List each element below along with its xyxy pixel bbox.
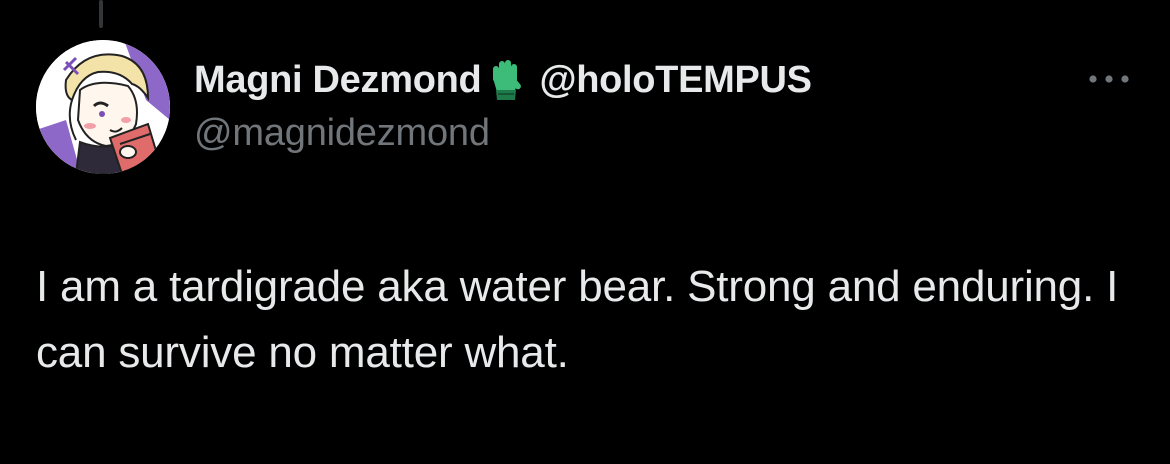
avatar-illustration	[36, 40, 170, 174]
avatar[interactable]	[36, 40, 170, 174]
thread-connector-line	[99, 0, 103, 28]
tweet-text: I am a tardigrade aka water bear. Strong…	[36, 262, 1119, 377]
author-display-name[interactable]: Magni Dezmond	[194, 59, 482, 102]
author-name-row: Magni Dezmond @holoTEMPUS	[194, 58, 812, 102]
affiliate-handle[interactable]: @holoTEMPUS	[539, 59, 812, 102]
more-options-button[interactable]	[1084, 64, 1134, 94]
author-handle[interactable]: @magnidezmond	[194, 112, 490, 155]
green-glove-icon[interactable]	[485, 58, 527, 102]
more-options-icon	[1089, 75, 1129, 83]
